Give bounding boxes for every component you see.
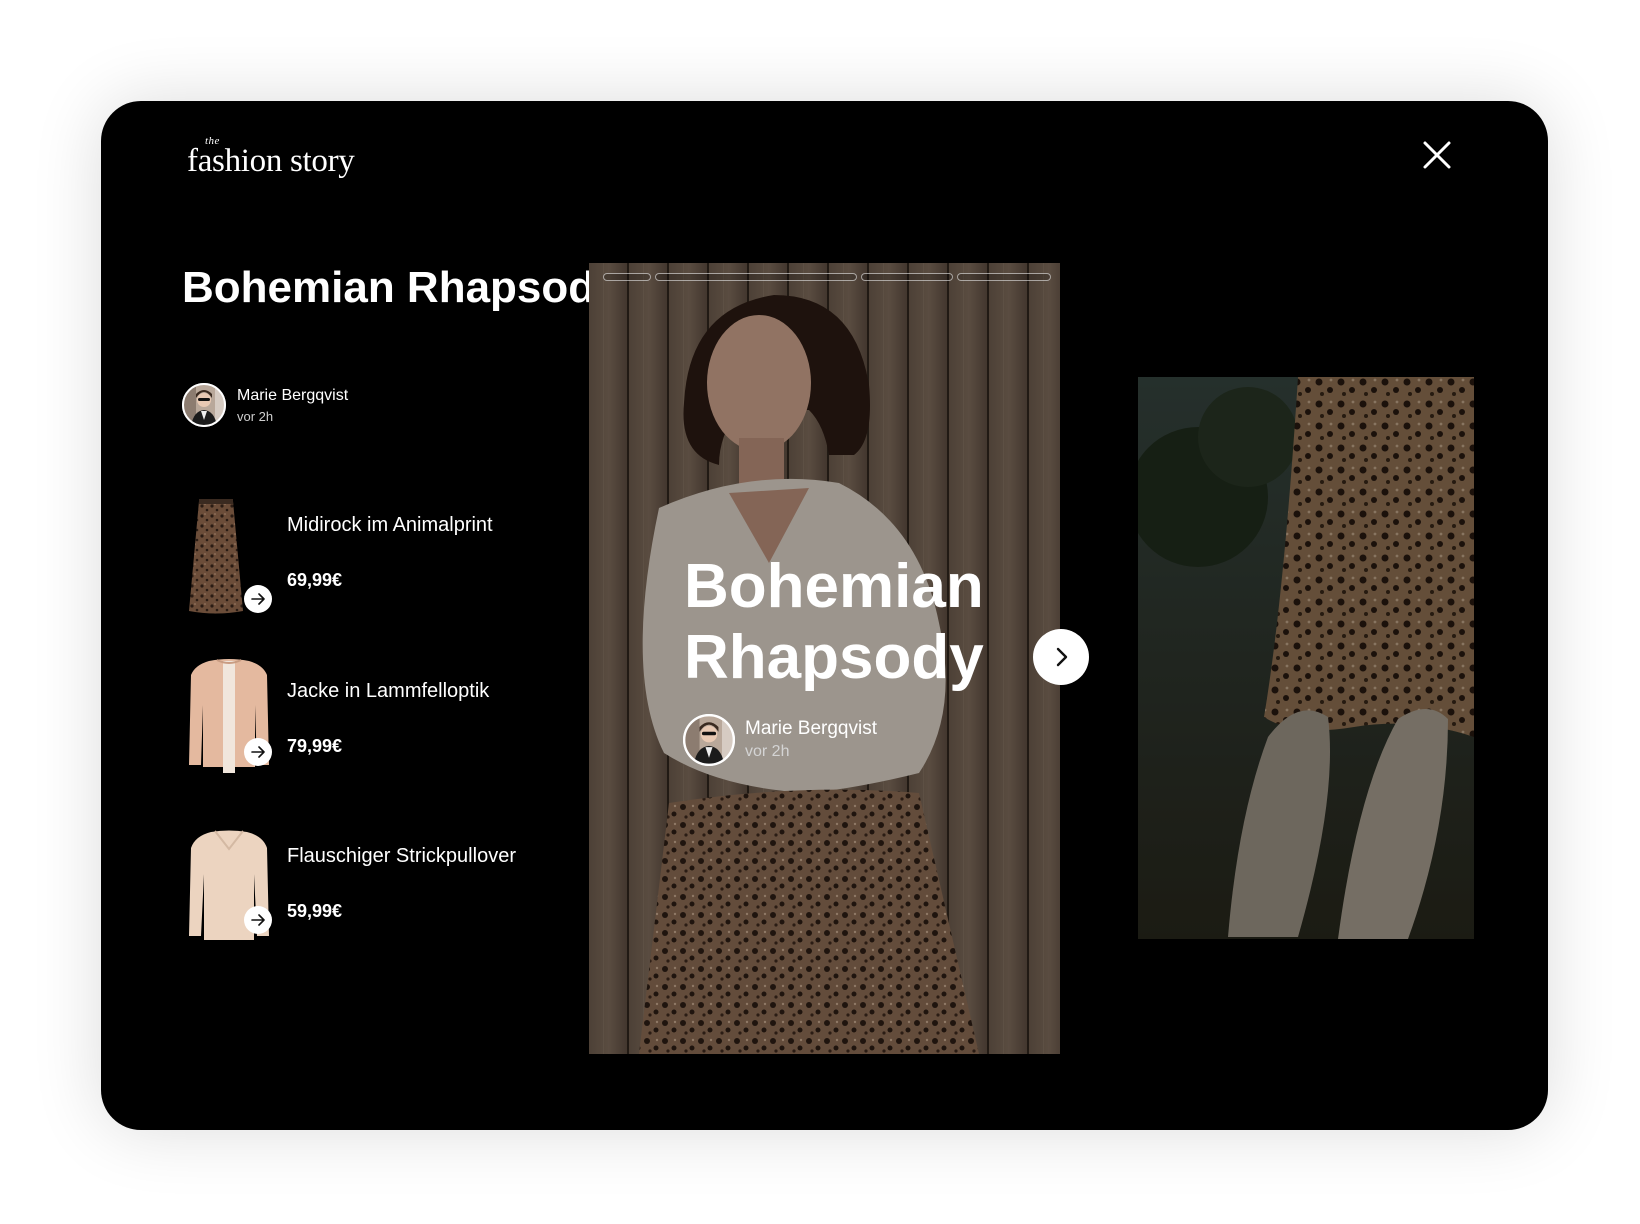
product-price: 79,99€ <box>287 736 343 756</box>
avatar <box>182 383 226 427</box>
progress-segment <box>655 273 857 281</box>
product-price: 69,99€ <box>287 570 343 590</box>
author-name: Marie Bergqvist <box>237 386 349 404</box>
brand-prefix: the <box>205 135 220 147</box>
product-price: 59,99€ <box>287 901 343 921</box>
product-link-button[interactable] <box>244 585 272 613</box>
arrow-right-icon <box>251 593 265 605</box>
chevron-right-icon <box>1056 647 1068 667</box>
product-name: Jacke in Lammfelloptik <box>287 680 490 702</box>
close-button[interactable] <box>1419 137 1455 173</box>
story-author[interactable]: Marie Bergqvist vor 2h <box>182 383 348 427</box>
product-name: Flauschiger Strickpullover <box>287 845 516 867</box>
product-item[interactable]: Midirock im Animalprint 69,99€ <box>179 493 539 618</box>
card-title: Bohemian Rhapsody <box>684 552 984 692</box>
product-link-button[interactable] <box>244 738 272 766</box>
post-time: vor 2h <box>237 408 274 424</box>
product-image-sweater <box>189 830 269 940</box>
product-link-button[interactable] <box>244 906 272 934</box>
close-icon <box>1423 141 1451 169</box>
brand-logo: the fashion story <box>187 135 355 180</box>
story-viewer: the fashion story Bohemian Rhapsody Mari… <box>101 101 1548 1130</box>
arrow-right-icon <box>251 746 265 758</box>
author-name: Marie Bergqvist <box>745 718 877 739</box>
story-progress <box>603 273 1051 281</box>
progress-segment <box>861 273 953 281</box>
progress-segment <box>957 273 1051 281</box>
next-story-preview[interactable] <box>1138 377 1474 939</box>
preview-photo <box>1138 377 1474 939</box>
product-item[interactable]: Jacke in Lammfelloptik 79,99€ <box>179 657 539 782</box>
product-item[interactable]: Flauschiger Strickpullover 59,99€ <box>179 828 539 953</box>
card-author[interactable]: Marie Bergqvist vor 2h <box>683 714 877 766</box>
story-title: Bohemian Rhapsody <box>182 263 620 312</box>
progress-segment <box>603 273 651 281</box>
next-story-button[interactable] <box>1033 629 1089 685</box>
brand-name: fashion story <box>187 143 355 179</box>
arrow-right-icon <box>251 914 265 926</box>
avatar <box>683 714 735 766</box>
product-name: Midirock im Animalprint <box>287 514 493 536</box>
story-card[interactable]: Bohemian Rhapsody Marie Bergqvist vor 2h <box>589 263 1060 1054</box>
post-time: vor 2h <box>745 743 790 760</box>
